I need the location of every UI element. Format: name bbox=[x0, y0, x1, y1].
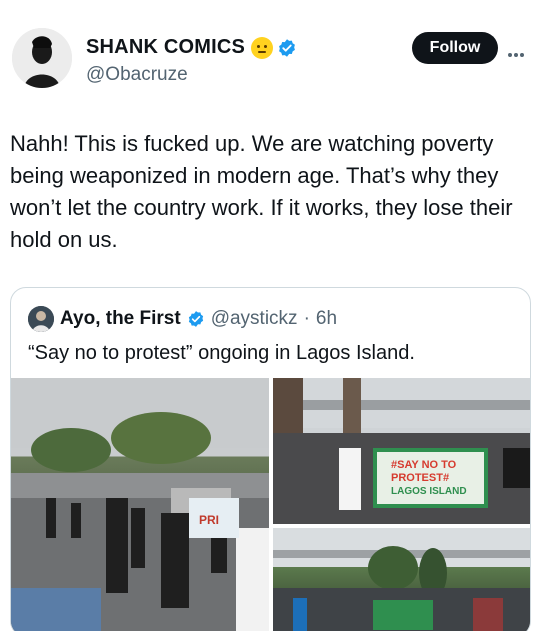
quoted-text: “Say no to protest” ongoing in Lagos Isl… bbox=[28, 342, 415, 364]
more-options-icon[interactable] bbox=[508, 44, 528, 57]
quoted-separator: · bbox=[303, 308, 310, 329]
smile-emoji-icon bbox=[251, 36, 274, 59]
author-name-row: SHANK COMICS bbox=[86, 36, 297, 59]
avatar-image bbox=[12, 28, 72, 88]
crowd-scene-image bbox=[273, 528, 530, 631]
left-sign-text: PRI bbox=[199, 513, 219, 527]
quoted-tweet[interactable]: Ayo, the First @aystickz · 6h “Say no to… bbox=[10, 287, 531, 631]
author-handle[interactable]: @Obacruze bbox=[86, 64, 188, 86]
banner-scene-image: #SAY NO TO PROTEST# LAGOS ISLAND bbox=[273, 378, 530, 524]
protest-photo-crowd[interactable] bbox=[273, 528, 530, 631]
tweet-text: Nahh! This is fucked up. We are watching… bbox=[10, 131, 513, 252]
tweet-header: SHANK COMICS @Obacruze Follow bbox=[0, 0, 533, 110]
follow-button[interactable]: Follow bbox=[412, 32, 498, 64]
quoted-time[interactable]: 6h bbox=[316, 308, 337, 330]
street-scene-image: PRI bbox=[11, 378, 269, 631]
author-display-name[interactable]: SHANK COMICS bbox=[86, 36, 245, 59]
quoted-avatar-image bbox=[28, 306, 54, 332]
banner-line3: LAGOS ISLAND bbox=[391, 486, 467, 497]
quoted-handle[interactable]: @aystickz bbox=[211, 308, 298, 330]
banner-line2: PROTEST# bbox=[391, 472, 449, 484]
quoted-verified-badge-icon bbox=[188, 311, 203, 327]
protest-photo-banner[interactable]: #SAY NO TO PROTEST# LAGOS ISLAND bbox=[273, 378, 530, 524]
quoted-author-avatar[interactable] bbox=[28, 306, 54, 332]
quoted-display-name[interactable]: Ayo, the First bbox=[60, 308, 181, 330]
media-grid: PRI #SAY NO TO PROTEST# LAGOS ISLAND bbox=[11, 378, 530, 631]
protest-photo-street[interactable]: PRI bbox=[11, 378, 269, 631]
author-avatar[interactable] bbox=[12, 28, 72, 88]
verified-badge-icon bbox=[279, 38, 295, 57]
banner-line1: #SAY NO TO bbox=[391, 459, 457, 471]
quoted-header: Ayo, the First @aystickz · 6h bbox=[28, 306, 337, 332]
